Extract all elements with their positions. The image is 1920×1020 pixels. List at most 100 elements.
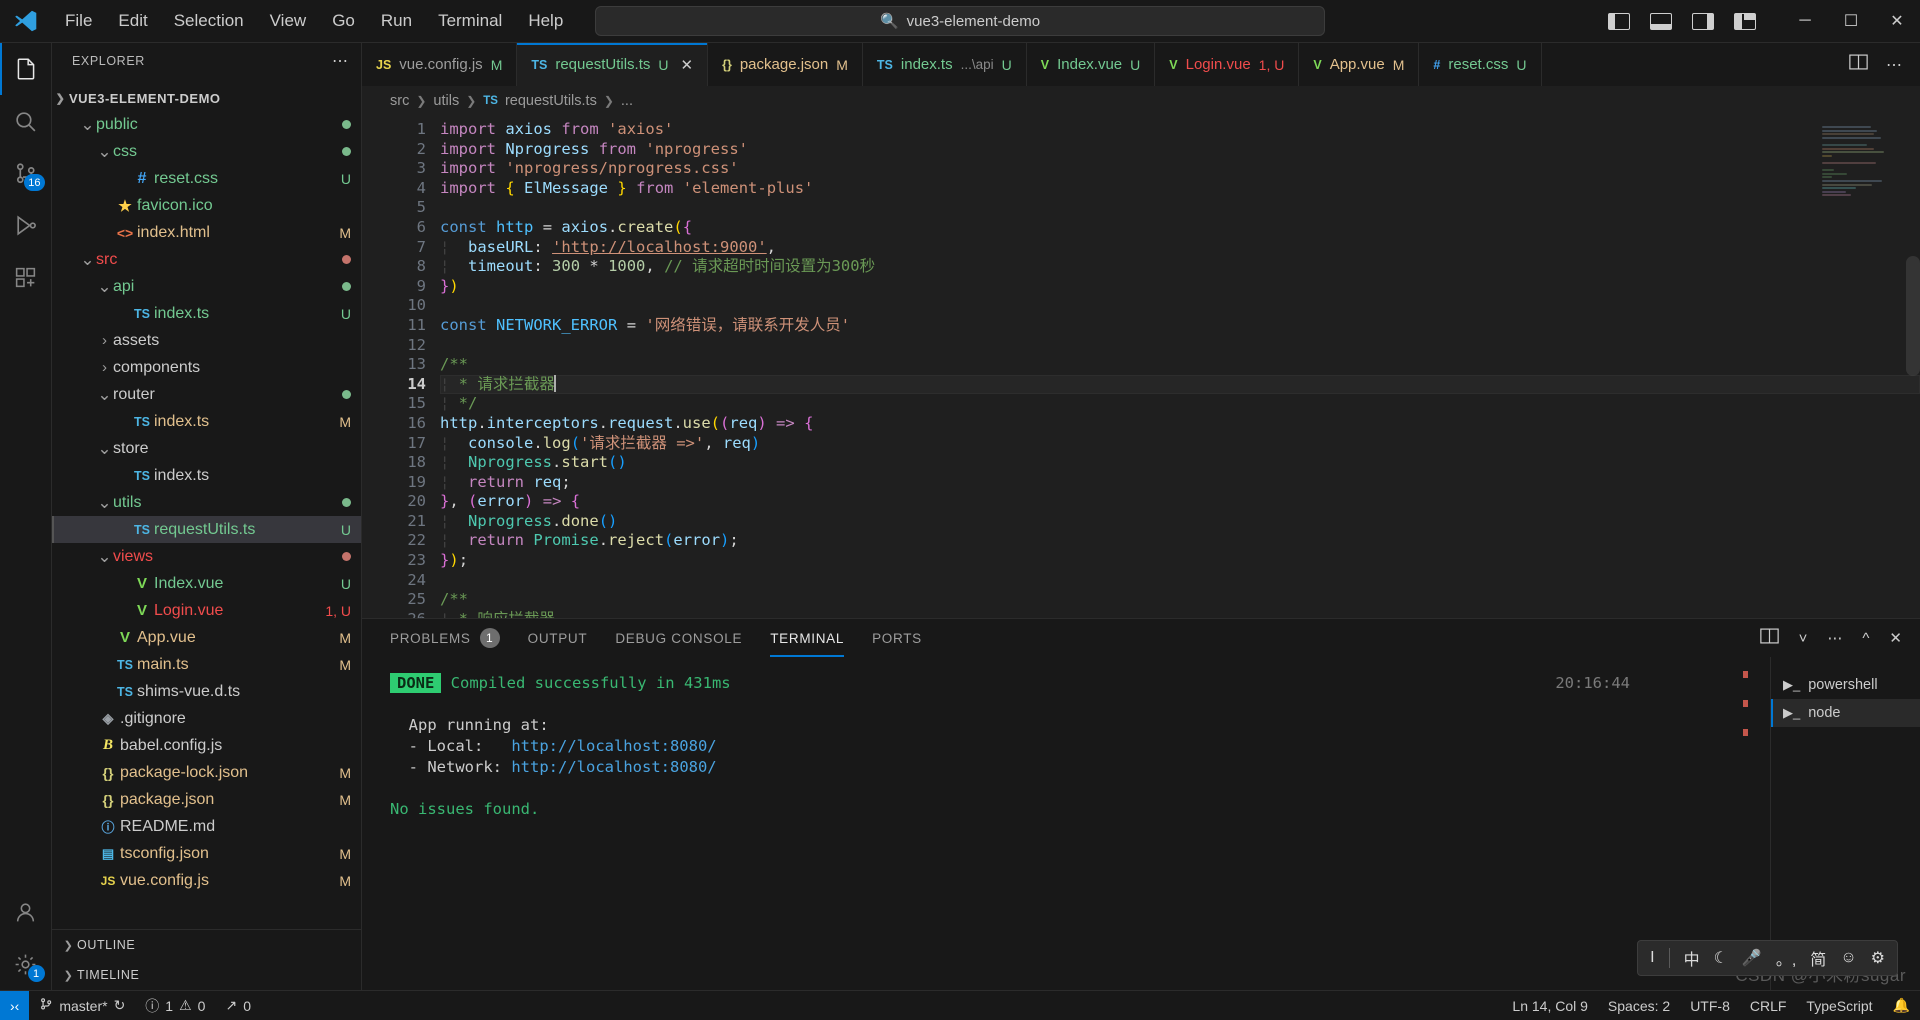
tree-item-reset-css[interactable]: #reset.cssU bbox=[52, 165, 361, 192]
code-line[interactable]: /** bbox=[440, 355, 1920, 375]
breadcrumb-more[interactable]: ... bbox=[621, 93, 633, 109]
menu-file[interactable]: File bbox=[52, 7, 105, 35]
breadcrumb[interactable]: src ❯ utils ❯ TS requestUtils.ts ❯ ... bbox=[362, 86, 1920, 116]
code-editor[interactable]: 1234567891011121314151617181920212223242… bbox=[362, 116, 1920, 618]
menu-view[interactable]: View bbox=[257, 7, 320, 35]
activity-settings[interactable]: 1 bbox=[0, 938, 52, 990]
tree-item-readme-md[interactable]: ⓘREADME.md bbox=[52, 813, 361, 840]
editor-tab-app-vue[interactable]: VApp.vueM bbox=[1299, 43, 1419, 86]
tree-root[interactable]: ❯ VUE3-ELEMENT-DEMO bbox=[52, 85, 361, 111]
ellipsis-icon[interactable]: ⋯ bbox=[332, 51, 349, 71]
code-line[interactable]: }, (error) => { bbox=[440, 492, 1920, 512]
code-line[interactable]: import { ElMessage } from 'element-plus' bbox=[440, 179, 1920, 199]
menu-terminal[interactable]: Terminal bbox=[425, 7, 515, 35]
mic-icon[interactable]: 🎤 bbox=[1742, 948, 1762, 968]
tree-item-shims-vue-d-ts[interactable]: TSshims-vue.d.ts bbox=[52, 678, 361, 705]
panel-tab-problems[interactable]: PROBLEMS 1 bbox=[390, 619, 500, 657]
toggle-secondary-sidebar-icon[interactable] bbox=[1692, 13, 1714, 30]
code-line[interactable]: ¦ Nprogress.done() bbox=[440, 512, 1920, 532]
breadcrumb-utils[interactable]: utils bbox=[433, 93, 459, 109]
code-line[interactable]: ¦ return req; bbox=[440, 473, 1920, 493]
menu-edit[interactable]: Edit bbox=[105, 7, 160, 35]
tree-item-vue-config-js[interactable]: JSvue.config.jsM bbox=[52, 867, 361, 894]
editor-tab-reset-css[interactable]: #reset.cssU bbox=[1419, 43, 1541, 86]
tree-item-index-vue[interactable]: VIndex.vueU bbox=[52, 570, 361, 597]
activity-search[interactable] bbox=[0, 95, 52, 147]
window-close-button[interactable]: ✕ bbox=[1874, 0, 1920, 43]
activity-extensions[interactable] bbox=[0, 251, 52, 303]
code-line[interactable]: import 'nprogress/nprogress.css' bbox=[440, 159, 1920, 179]
panel-tab-output[interactable]: OUTPUT bbox=[528, 619, 588, 657]
code-line[interactable]: ¦ return Promise.reject(error); bbox=[440, 531, 1920, 551]
panel-tab-terminal[interactable]: TERMINAL bbox=[770, 619, 844, 657]
window-maximize-button[interactable]: ☐ bbox=[1828, 0, 1874, 43]
problems-status[interactable]: ⓘ 1 ⚠ 0 bbox=[135, 991, 215, 1020]
tree-item-main-ts[interactable]: TSmain.tsM bbox=[52, 651, 361, 678]
tree-item-package-json[interactable]: {}package.jsonM bbox=[52, 786, 361, 813]
chevron-down-icon[interactable]: ˅ bbox=[1799, 630, 1808, 647]
panel-tab-bar[interactable]: PROBLEMS 1 OUTPUT DEBUG CONSOLE TERMINAL… bbox=[362, 619, 1920, 657]
code-line[interactable]: import Nprogress from 'nprogress' bbox=[440, 140, 1920, 160]
code-line[interactable] bbox=[440, 336, 1920, 356]
file-tree[interactable]: ❯ VUE3-ELEMENT-DEMO ⌄public⌄css#reset.cs… bbox=[52, 79, 361, 929]
tree-item-index-ts[interactable]: TSindex.tsU bbox=[52, 300, 361, 327]
ime-simplified[interactable]: 简 bbox=[1810, 946, 1826, 970]
code-line[interactable] bbox=[440, 296, 1920, 316]
close-icon[interactable]: ✕ bbox=[681, 56, 694, 74]
menu-help[interactable]: Help bbox=[515, 7, 576, 35]
tree-item-tsconfig-json[interactable]: ▤tsconfig.jsonM bbox=[52, 840, 361, 867]
window-minimize-button[interactable]: ─ bbox=[1782, 0, 1828, 43]
split-terminal-icon[interactable] bbox=[1760, 628, 1779, 648]
local-url[interactable]: http://localhost:8080/ bbox=[511, 737, 716, 755]
editor-tab-login-vue[interactable]: VLogin.vue1, U bbox=[1155, 43, 1299, 86]
ime-mode-chinese[interactable]: 中 bbox=[1684, 946, 1700, 970]
code-line[interactable]: }); bbox=[440, 551, 1920, 571]
editor-tab-package-json[interactable]: {}package.jsonM bbox=[708, 43, 863, 86]
menu-selection[interactable]: Selection bbox=[161, 7, 257, 35]
breadcrumb-file[interactable]: requestUtils.ts bbox=[505, 93, 597, 109]
tree-item-components[interactable]: ›components bbox=[52, 354, 361, 381]
tree-item-router[interactable]: ⌄router bbox=[52, 381, 361, 408]
tree-item-login-vue[interactable]: VLogin.vue1, U bbox=[52, 597, 361, 624]
tree-item-index-ts[interactable]: TSindex.tsM bbox=[52, 408, 361, 435]
tree-item--gitignore[interactable]: ◈.gitignore bbox=[52, 705, 361, 732]
ime-toolbar[interactable]: I 中 ☾ 🎤 。, 简 ☺ ⚙ bbox=[1637, 940, 1898, 976]
outline-section[interactable]: ❯ OUTLINE bbox=[52, 930, 361, 960]
editor-tab-index-ts[interactable]: TSindex.ts...\apiU bbox=[863, 43, 1027, 86]
code-line[interactable] bbox=[440, 198, 1920, 218]
code-line[interactable]: ¦ */ bbox=[440, 394, 1920, 414]
tree-item-index-ts[interactable]: TSindex.ts bbox=[52, 462, 361, 489]
activity-explorer[interactable] bbox=[0, 43, 52, 95]
minimap[interactable] bbox=[1822, 126, 1906, 196]
activity-run-debug[interactable] bbox=[0, 199, 52, 251]
code-content[interactable]: import axios from 'axios'import Nprogres… bbox=[440, 116, 1920, 618]
editor-tab-vue-config-js[interactable]: JSvue.config.jsM bbox=[362, 43, 517, 86]
terminal-item-powershell[interactable]: ▶_ powershell bbox=[1771, 671, 1920, 699]
emoji-icon[interactable]: ☺ bbox=[1840, 949, 1856, 967]
indentation[interactable]: Spaces: 2 bbox=[1598, 991, 1680, 1020]
moon-icon[interactable]: ☾ bbox=[1714, 948, 1728, 968]
tree-item-src[interactable]: ⌄src bbox=[52, 246, 361, 273]
code-line[interactable]: }) bbox=[440, 277, 1920, 297]
code-line[interactable]: ¦ Nprogress.start() bbox=[440, 453, 1920, 473]
gear-icon[interactable]: ⚙ bbox=[1871, 948, 1885, 968]
tree-item-views[interactable]: ⌄views bbox=[52, 543, 361, 570]
bell-icon[interactable]: 🔔 bbox=[1883, 991, 1920, 1020]
remote-indicator[interactable]: ›‹ bbox=[0, 991, 29, 1020]
menu-bar[interactable]: File Edit Selection View Go Run Terminal… bbox=[52, 7, 576, 35]
code-line[interactable]: ¦ * 响应拦截器 bbox=[440, 610, 1920, 618]
ime-punctuation[interactable]: 。, bbox=[1776, 946, 1796, 970]
editor-tab-index-vue[interactable]: VIndex.vueU bbox=[1027, 43, 1156, 86]
tree-item-favicon-ico[interactable]: ★favicon.ico bbox=[52, 192, 361, 219]
timeline-section[interactable]: ❯ TIMELINE bbox=[52, 960, 361, 990]
code-line[interactable]: import axios from 'axios' bbox=[440, 120, 1920, 140]
code-line[interactable]: const http = axios.create({ bbox=[440, 218, 1920, 238]
close-panel-icon[interactable]: ✕ bbox=[1889, 629, 1902, 647]
menu-go[interactable]: Go bbox=[319, 7, 368, 35]
tree-item-store[interactable]: ⌄store bbox=[52, 435, 361, 462]
tree-item-package-lock-json[interactable]: {}package-lock.jsonM bbox=[52, 759, 361, 786]
end-of-line[interactable]: CRLF bbox=[1740, 991, 1797, 1020]
code-line[interactable]: http.interceptors.request.use((req) => { bbox=[440, 414, 1920, 434]
editor-scrollbar[interactable] bbox=[1906, 256, 1920, 376]
tree-item-css[interactable]: ⌄css bbox=[52, 138, 361, 165]
